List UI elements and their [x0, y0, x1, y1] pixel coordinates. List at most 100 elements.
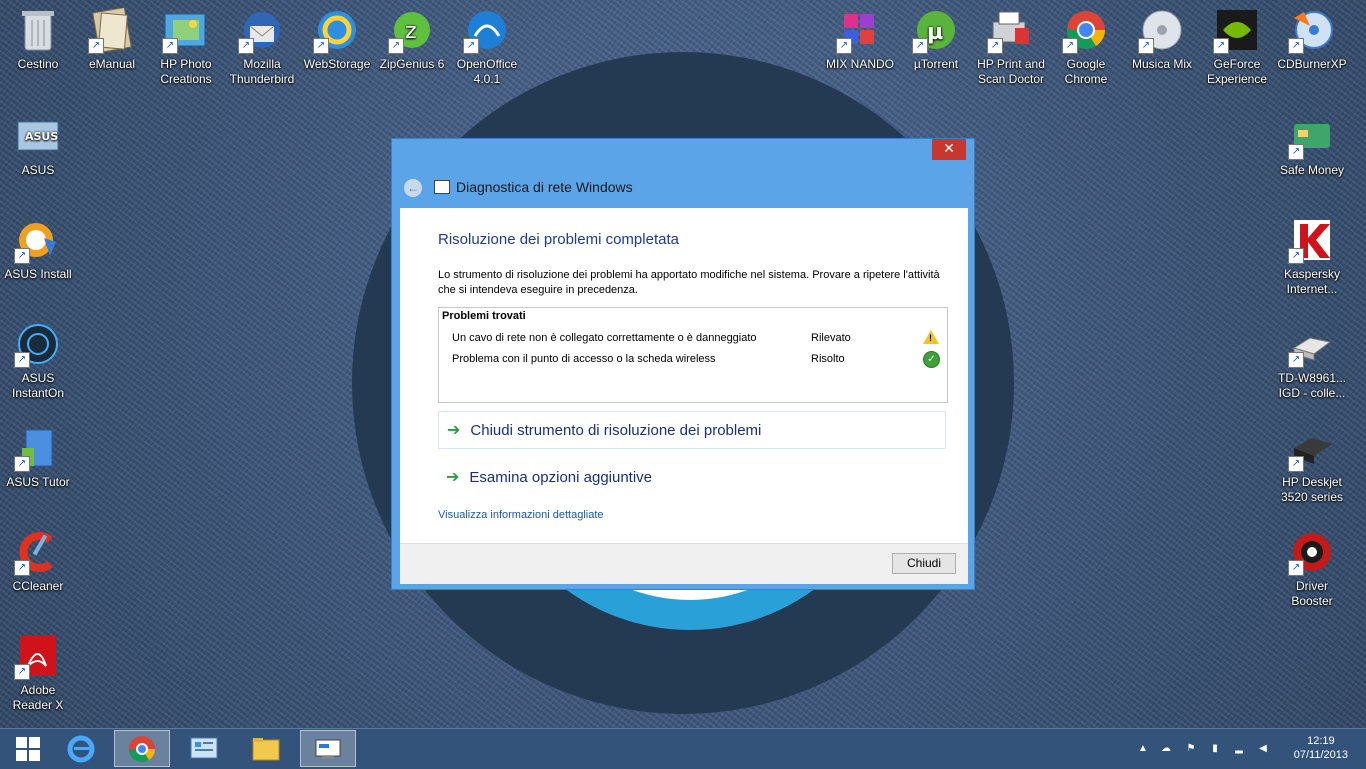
desktop-icon-label: HP Photo Creations: [160, 57, 212, 86]
desktop-icon-label: HP Print and Scan Doctor: [977, 57, 1045, 86]
clock-time: 12:19: [1307, 735, 1335, 747]
router-icon: ↗: [1288, 320, 1336, 368]
desktop-icon-chrome[interactable]: ↗ Google Chrome: [1048, 6, 1124, 87]
asus-install-icon: ↗: [14, 216, 62, 264]
asus-instanton-icon: ↗: [14, 320, 62, 368]
desktop-icon-cestino[interactable]: Cestino: [0, 6, 76, 72]
close-icon[interactable]: ✕: [932, 139, 966, 160]
desktop-icon-label: WebStorage: [303, 57, 371, 71]
desktop-icon-router[interactable]: ↗ TD-W8961... IGD - colle...: [1274, 320, 1350, 401]
check-icon: ✓: [923, 351, 940, 368]
desktop-icon-label: Driver Booster: [1291, 579, 1333, 608]
hp-print-icon: ↗: [987, 6, 1035, 54]
musica-mix-icon: ↗: [1138, 6, 1186, 54]
desktop-icon-cdburner[interactable]: ↗ CDBurnerXP: [1274, 6, 1350, 72]
result-description: Lo strumento di risoluzione dei problemi…: [438, 269, 940, 296]
internet-explorer-icon: [67, 735, 95, 762]
taskbar-network-diagnostics[interactable]: [300, 730, 356, 767]
geforce-icon: ↗: [1213, 6, 1261, 54]
asus-icon: ASUS: [14, 112, 62, 160]
windows-logo-icon: [16, 736, 40, 761]
battery-icon[interactable]: ▮: [1209, 743, 1221, 755]
printer-icon: ↗: [1288, 424, 1336, 472]
problem-row: Un cavo di rete non è collegato corretta…: [439, 330, 947, 350]
desktop-icon-label: ZipGenius 6: [379, 57, 445, 71]
network-signal-icon[interactable]: ▂: [1233, 743, 1245, 755]
svg-text:z: z: [405, 19, 417, 44]
back-arrow-icon[interactable]: ←: [404, 179, 422, 197]
taskbar-control-panel[interactable]: [176, 730, 232, 767]
taskbar: ▲ ☁ ⚑ ▮ ▂ ◀ 12:19 07/11/2013: [0, 728, 1366, 769]
recycle-bin-icon: [14, 6, 62, 54]
desktop-icon-mix-nando[interactable]: ↗ MIX NANDO: [822, 6, 898, 72]
emanual-icon: ↗: [88, 6, 136, 54]
problem-name: Un cavo di rete non è collegato corretta…: [452, 332, 757, 344]
desktop-icon-safe-money[interactable]: ↗ Safe Money: [1274, 112, 1350, 178]
close-button[interactable]: Chiudi: [892, 553, 956, 574]
desktop-icon-label: TD-W8961... IGD - colle...: [1277, 371, 1346, 400]
safe-money-icon: ↗: [1288, 112, 1336, 160]
close-troubleshooter-link[interactable]: ➔ Chiudi strumento di risoluzione dei pr…: [438, 411, 946, 449]
desktop-icon-printer[interactable]: ↗ HP Deskjet 3520 series: [1274, 424, 1350, 505]
problem-status: Risolto: [811, 353, 845, 365]
taskbar-internet-explorer[interactable]: [53, 730, 109, 767]
desktop-icon-label: Cestino: [17, 57, 59, 71]
dialog-footer: Chiudi: [400, 543, 968, 584]
desktop-icon-asus-tutor[interactable]: ↗ ASUS Tutor: [0, 424, 76, 490]
result-heading: Risoluzione dei problemi completata: [438, 231, 679, 248]
desktop-icon-hp-photo[interactable]: ↗ HP Photo Creations: [148, 6, 224, 87]
dialog-content: Risoluzione dei problemi completata Lo s…: [400, 208, 968, 543]
problem-status: Rilevato: [811, 332, 851, 344]
desktop-icon-label: ASUS: [21, 163, 55, 177]
desktop-icon-openoffice[interactable]: ↗ OpenOffice 4.0.1: [449, 6, 525, 87]
show-hidden-icons-icon[interactable]: ▲: [1137, 743, 1149, 755]
action-center-flag-icon[interactable]: ⚑: [1185, 743, 1197, 755]
taskbar-file-explorer[interactable]: [238, 730, 294, 767]
start-button[interactable]: [0, 730, 56, 767]
desktop-icon-label: eManual: [88, 57, 136, 71]
desktop-icon-label: ASUS Install: [4, 267, 72, 281]
clock[interactable]: 12:19 07/11/2013: [1294, 734, 1348, 762]
desktop-icon-label: OpenOffice 4.0.1: [456, 57, 518, 86]
desktop-icon-label: Kaspersky Internet...: [1283, 267, 1341, 296]
taskbar-chrome[interactable]: [114, 730, 170, 767]
desktop-icon-label: GeForce Experience: [1206, 57, 1268, 86]
desktop-icon-webstorage[interactable]: ↗ WebStorage: [299, 6, 375, 72]
desktop-icon-adobe-reader[interactable]: ↗ Adobe Reader X: [0, 632, 76, 713]
desktop-icon-emanual[interactable]: ↗ eManual: [74, 6, 150, 72]
volume-icon[interactable]: ◀: [1257, 743, 1269, 755]
desktop-icon-geforce[interactable]: ↗ GeForce Experience: [1199, 6, 1275, 87]
desktop-icon-zipgenius[interactable]: z ↗ ZipGenius 6: [374, 6, 450, 72]
view-details-link[interactable]: Visualizza informazioni dettagliate: [438, 509, 604, 521]
desktop-icon-thunderbird[interactable]: ↗ Mozilla Thunderbird: [224, 6, 300, 87]
driver-booster-icon: ↗: [1288, 528, 1336, 576]
problem-row: Problema con il punto di accesso o la sc…: [439, 351, 947, 371]
green-arrow-icon: ➔: [447, 422, 461, 439]
desktop-icon-hp-print[interactable]: ↗ HP Print and Scan Doctor: [973, 6, 1049, 87]
desktop-icon-label: HP Deskjet 3520 series: [1280, 475, 1344, 504]
desktop-icon-ccleaner[interactable]: ↗ CCleaner: [0, 528, 76, 594]
warning-icon: !: [923, 330, 939, 346]
desktop-icon-asus-instanton[interactable]: ↗ ASUS InstantOn: [0, 320, 76, 401]
desktop-icon-musica-mix[interactable]: ↗ Musica Mix: [1124, 6, 1200, 72]
desktop-icon-asus-install[interactable]: ↗ ASUS Install: [0, 216, 76, 282]
desktop-icon-label: CDBurnerXP: [1277, 57, 1347, 71]
cloud-sync-icon[interactable]: ☁: [1160, 743, 1172, 755]
desktop-icon-driver-booster[interactable]: ↗ Driver Booster: [1274, 528, 1350, 609]
desktop-icon-asus[interactable]: ASUS ASUS: [0, 112, 76, 178]
clock-date: 07/11/2013: [1293, 749, 1348, 761]
zipgenius-icon: z ↗: [388, 6, 436, 54]
dialog-title: Diagnostica di rete Windows: [456, 179, 633, 195]
cdburner-icon: ↗: [1288, 6, 1336, 54]
hp-photo-icon: ↗: [162, 6, 210, 54]
asus-tutor-icon: ↗: [14, 424, 62, 472]
openoffice-icon: ↗: [463, 6, 511, 54]
chrome-icon: ↗: [1062, 6, 1110, 54]
desktop-icon-label: ASUS InstantOn: [11, 371, 65, 400]
problems-panel: Problemi trovati Un cavo di rete non è c…: [438, 307, 948, 403]
desktop-icon-kaspersky[interactable]: ↗ Kaspersky Internet...: [1274, 216, 1350, 297]
more-options-link[interactable]: ➔ Esamina opzioni aggiuntive: [438, 458, 946, 496]
kaspersky-icon: ↗: [1288, 216, 1336, 264]
desktop-icon-label: Safe Money: [1279, 163, 1345, 177]
desktop-icon-utorrent[interactable]: µ ↗ µTorrent: [898, 6, 974, 72]
